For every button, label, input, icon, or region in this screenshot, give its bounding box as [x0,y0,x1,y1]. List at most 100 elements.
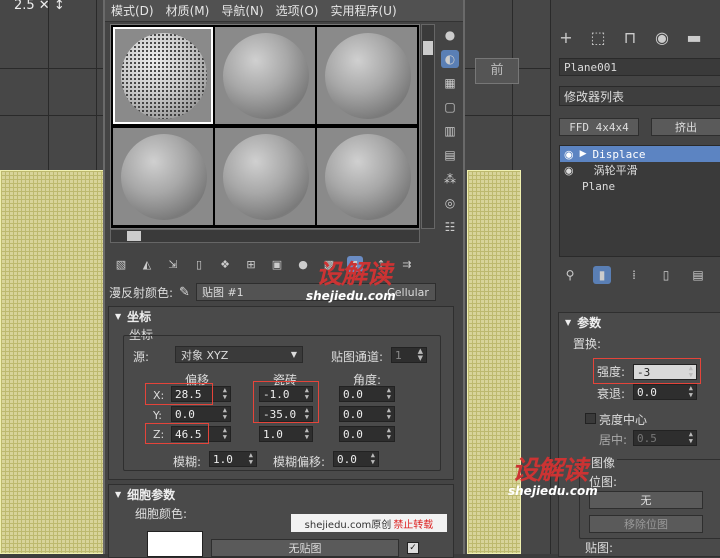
angle-v-spinner[interactable]: 0.0 ▲ ▼ [339,406,395,422]
viewcube-front[interactable]: 前 [475,58,519,84]
cell-map-checkbox[interactable]: ✓ [407,542,419,554]
pin-stack-icon[interactable]: ⚲ [561,266,579,284]
blur-spinner[interactable]: 1.0 ▲ ▼ [209,451,257,467]
map-channel-spinner[interactable]: 1 ▲ ▼ [391,347,427,363]
menu-options[interactable]: 选项(O) [276,2,319,19]
cellular-params-header[interactable]: ▼ 细胞参数 [109,485,453,503]
configure-sets-icon[interactable]: ▤ [689,266,707,284]
axis-y-label: Y: [153,409,162,422]
cell-color-label: 细胞颜色: [135,507,188,521]
put-to-scene-icon[interactable]: ◭ [139,256,155,272]
sample-slot-1[interactable] [113,27,213,124]
remove-modifier-icon[interactable]: ▯ [657,266,675,284]
watermark-logo-bottom: 设解读 [512,456,588,486]
chevron-down-icon: ▼ [290,350,297,359]
menu-material[interactable]: 材质(M) [166,2,210,19]
diffuse-color-label: 漫反射颜色: [109,285,174,300]
display-tab-icon[interactable]: ▬ [684,27,704,47]
sample-slot-2[interactable] [215,27,315,124]
params-rollout-header[interactable]: ▼ 参数 [559,313,720,331]
go-sibling-icon[interactable]: ⇉ [399,256,415,272]
decay-spinner[interactable]: 0.0 ▲ ▼ [633,384,697,400]
material-editor-window: 模式(D) 材质(M) 导航(N) 选项(O) 实用程序(U) ● ◐ ▦ ▢ … [103,0,465,558]
command-panel-tabs: + ⬚ ⊓ ◉ ▬ ✖ [556,24,720,50]
params-title: 参数 [577,315,602,330]
menu-mode[interactable]: 模式(D) [111,2,154,19]
cell-no-map-button[interactable]: 无贴图 [211,539,399,557]
blur-label: 模糊: [173,455,202,469]
coordinates-rollout-header[interactable]: ▼ 坐标 [109,307,453,325]
blur-offset-spinner[interactable]: 0.0 ▲ ▼ [333,451,379,467]
watermark-url-bottom: shejiedu.com [508,484,598,498]
watermark-logo-top: 设解读 [316,260,392,290]
menu-navigation[interactable]: 导航(N) [221,2,263,19]
modify-tab-icon[interactable]: ⬚ [588,27,608,47]
uv-tiling-icon[interactable]: ▢ [441,98,459,116]
angle-u-spinner[interactable]: 0.0 ▲ ▼ [339,386,395,402]
sample-type-icon[interactable]: ● [441,26,459,44]
diffuse-color-row: 漫反射颜色: ✎ 贴图 #1 Cellular [109,282,459,302]
sample-slot-4[interactable] [113,128,213,225]
material-navigator-icon[interactable]: ☷ [441,218,459,236]
stack-toolbar: ⚲ ▮ ⁞ ▯ ▤ [561,266,707,284]
extrude-button[interactable]: 挤出 [651,118,720,136]
watermark-banner: shejiedu.com原创 禁止转载 [291,514,447,532]
remove-bitmap-button[interactable]: 移除位图 [589,515,703,533]
stack-item-turbosmooth[interactable]: ◉ 涡轮平滑 [560,162,720,178]
sample-slot-6[interactable] [317,128,417,225]
backlight-icon[interactable]: ◐ [441,50,459,68]
highlight-offset-x [145,383,213,405]
material-id-icon[interactable]: ● [295,256,311,272]
source-dropdown[interactable]: 对象 XYZ ▼ [175,346,303,363]
sample-horizontal-scrollbar[interactable] [110,229,420,243]
highlight-strength [593,358,701,384]
make-copy-icon[interactable]: ❖ [217,256,233,272]
plane-object-left [0,170,104,554]
coordinates-rollout: ▼ 坐标 坐标 源: 对象 XYZ ▼ 贴图通道: 1 ▲ ▼ 偏移 瓷砖 角度: … [108,306,454,480]
eye-icon[interactable]: ◉ [564,148,574,161]
show-end-result-icon[interactable]: ▮ [593,266,611,284]
expand-arrow-icon[interactable]: ▶ [580,149,587,159]
source-label: 源: [133,350,150,364]
sample-slot-3[interactable] [317,27,417,124]
map-name-value: 贴图 #1 [201,286,244,299]
eyedropper-icon[interactable]: ✎ [179,285,190,300]
get-material-icon[interactable]: ▧ [113,256,129,272]
options-icon[interactable]: ⁂ [441,170,459,188]
luminance-center-label: 亮度中心 [599,413,648,427]
create-tab-icon[interactable]: + [556,27,576,47]
make-preview-icon[interactable]: ▤ [441,146,459,164]
offset-y-spinner[interactable]: 0.0 ▲ ▼ [171,406,231,422]
tiling-w-spinner[interactable]: 1.0 ▲ ▼ [259,426,313,442]
bitmap-none-button[interactable]: 无 [589,491,703,509]
center-spinner[interactable]: 0.5 ▲ ▼ [633,430,697,446]
coordinates-title: 坐标 [127,309,152,324]
background-icon[interactable]: ▦ [441,74,459,92]
hierarchy-tab-icon[interactable]: ⊓ [620,27,640,47]
viewport-label: 2.5 ✕ ↕ [14,0,65,13]
make-unique-icon[interactable]: ⊞ [243,256,259,272]
stack-item-plane[interactable]: Plane [560,178,720,194]
sample-slot-5[interactable] [215,128,315,225]
video-color-icon[interactable]: ▥ [441,122,459,140]
displacement-label: 置换: [573,337,602,351]
ffd-button[interactable]: FFD 4x4x4 [559,118,639,136]
menu-utilities[interactable]: 实用程序(U) [330,2,396,19]
angle-w-spinner[interactable]: 0.0 ▲ ▼ [339,426,395,442]
assign-material-icon[interactable]: ⇲ [165,256,181,272]
select-by-material-icon[interactable]: ◎ [441,194,459,212]
utilities-tab-icon[interactable]: ✖ [716,27,720,47]
map-channel-label: 贴图通道: [331,350,384,364]
cell-color-swatch[interactable] [147,531,203,557]
modifier-list-dropdown[interactable]: 修改器列表 [559,86,720,106]
motion-tab-icon[interactable]: ◉ [652,27,672,47]
decay-label: 衰退: [597,387,626,401]
make-unique-icon[interactable]: ⁞ [625,266,643,284]
save-library-icon[interactable]: ▣ [269,256,285,272]
sample-vertical-scrollbar[interactable] [421,24,435,229]
eye-icon[interactable]: ◉ [564,164,574,177]
object-name-field[interactable]: Plane001 [559,58,720,76]
stack-item-displace[interactable]: ◉ ▶ Displace [560,146,720,162]
reset-map-icon[interactable]: ▯ [191,256,207,272]
luminance-center-checkbox[interactable] [585,413,596,424]
